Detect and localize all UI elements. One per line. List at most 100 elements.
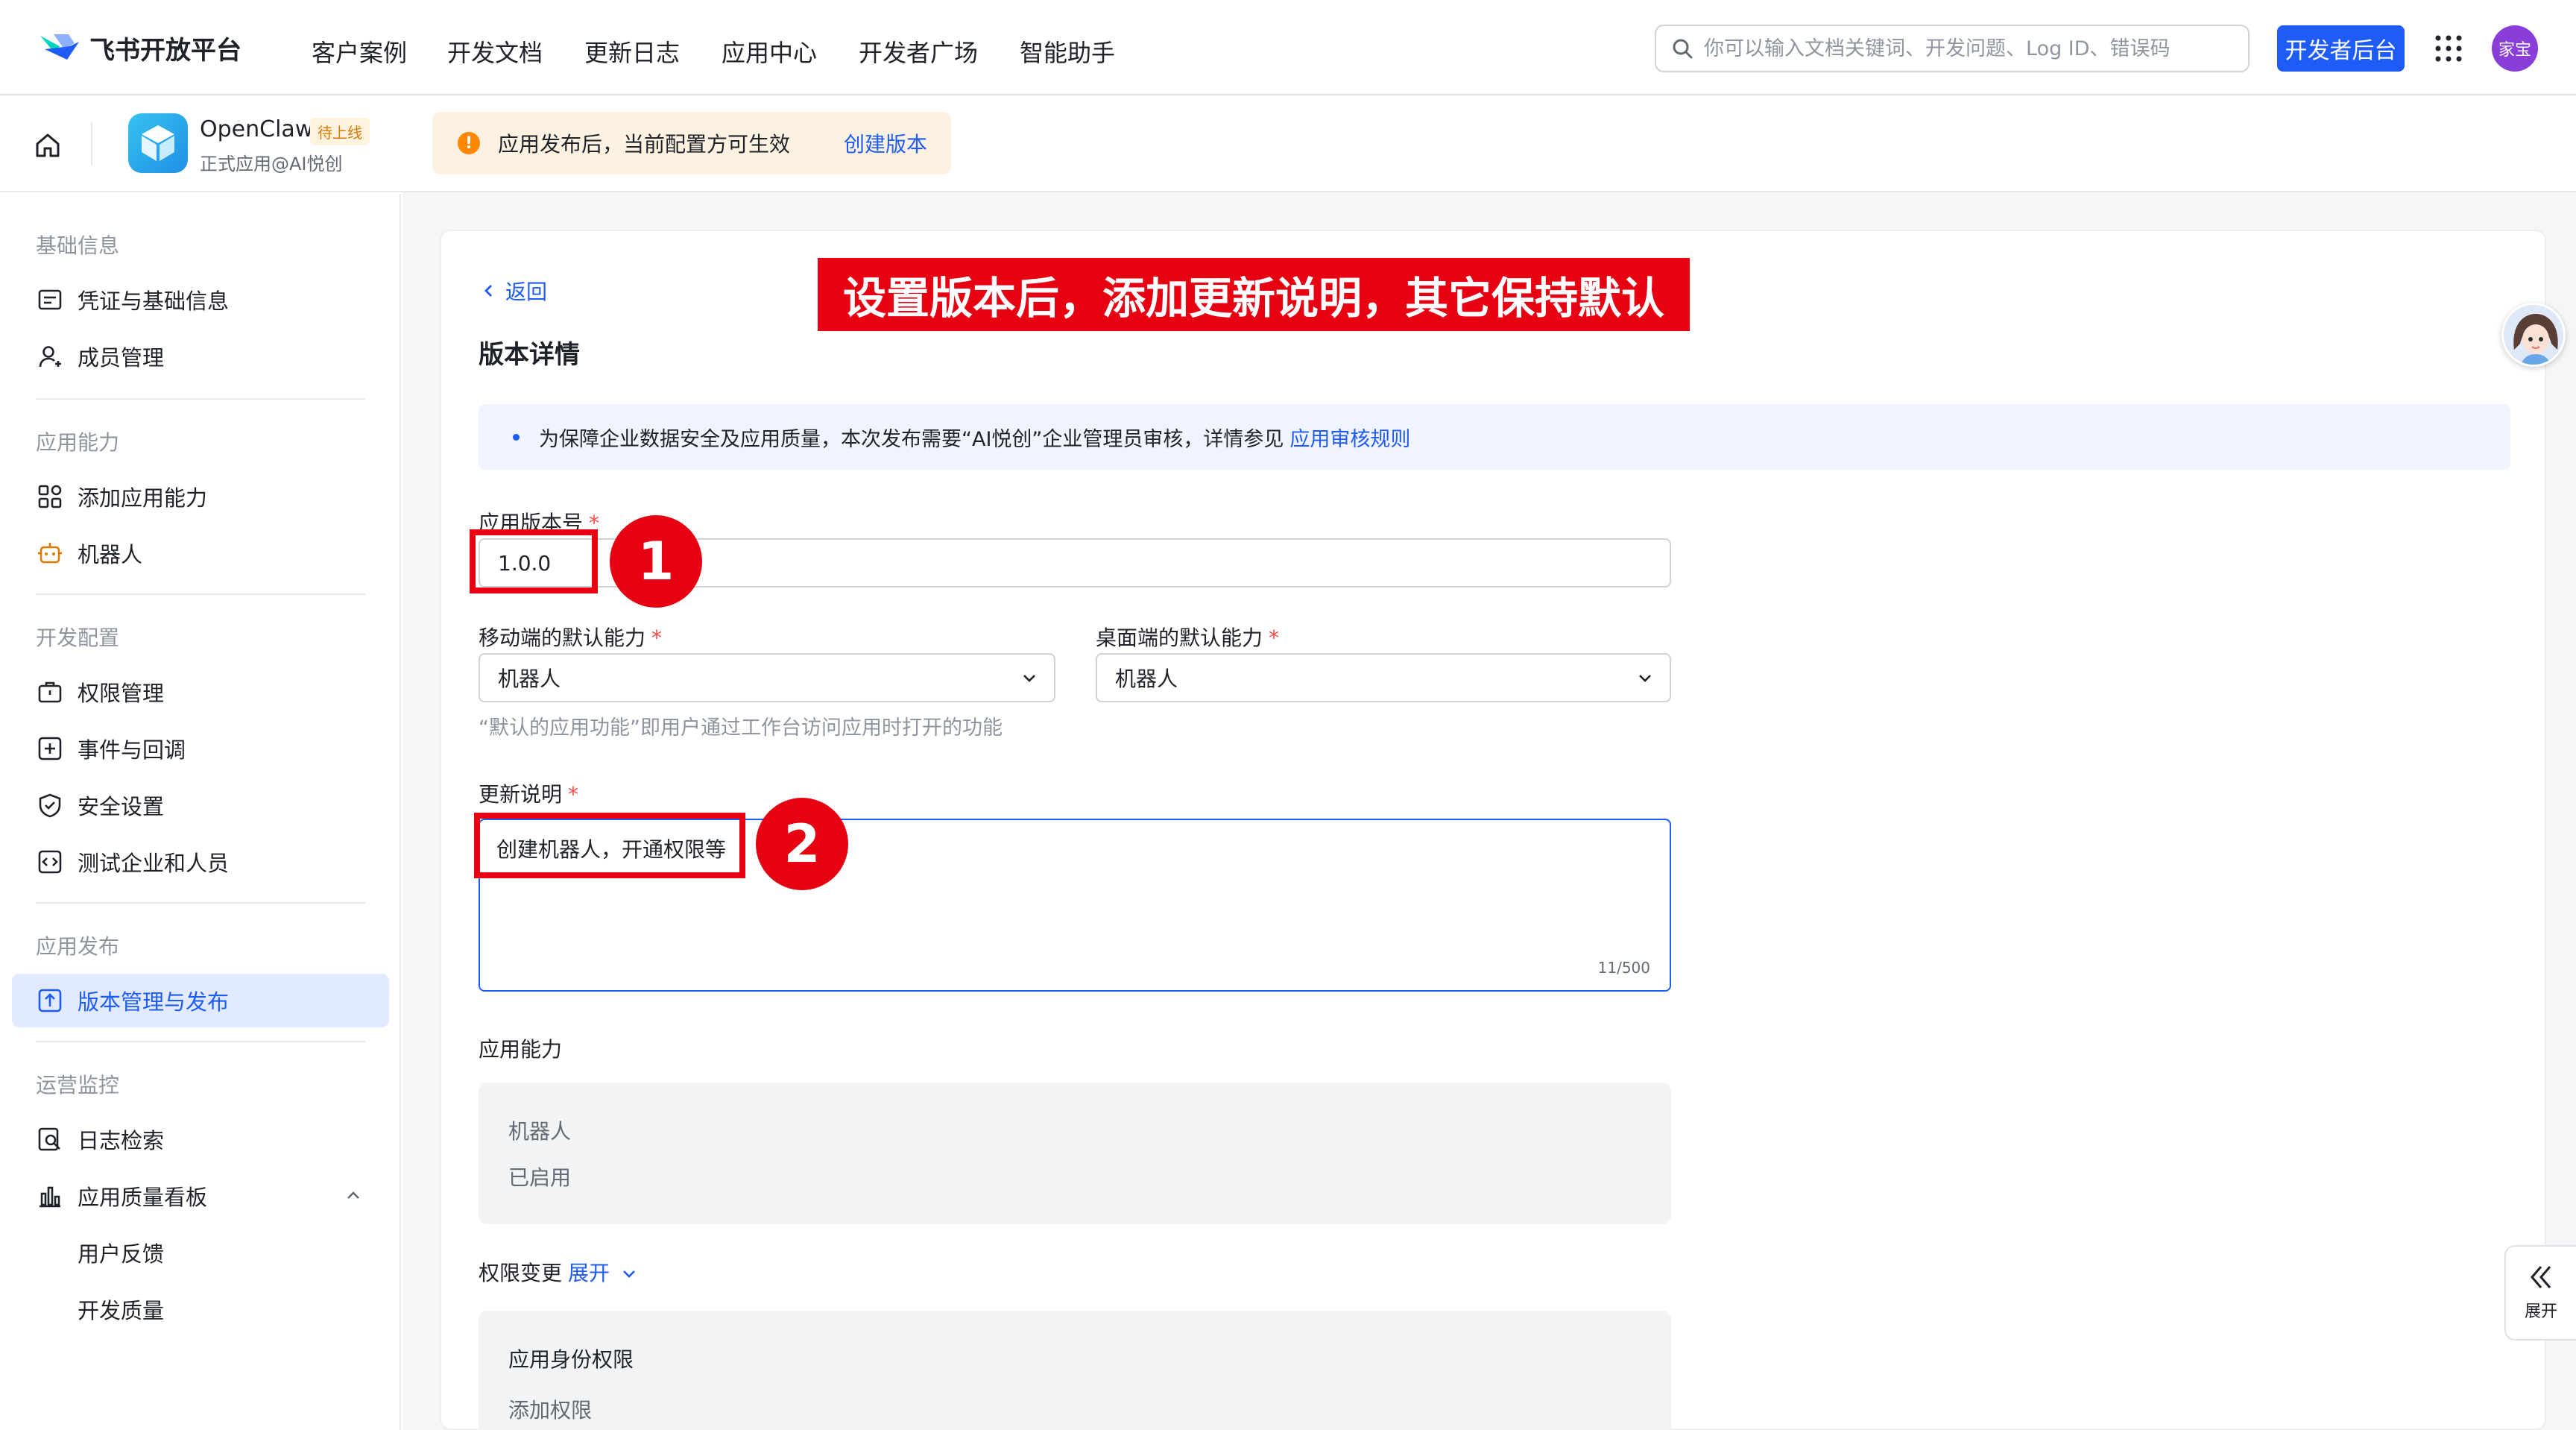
search-input[interactable] [1704,37,2211,60]
user-avatar[interactable]: 家宝 [2492,25,2538,72]
add-permissions-text: 添加权限 [508,1398,593,1423]
sidebar-item-label: 日志检索 [78,1128,165,1153]
chevron-down-icon[interactable] [621,1266,637,1282]
permission-panel: 应用身份权限 添加权限 [479,1311,1671,1430]
sidebar-item-dev-quality[interactable]: 开发质量 [12,1282,389,1336]
permission-expand-link[interactable]: 展开 [568,1261,610,1285]
sidebar-item-label: 应用质量看板 [78,1185,208,1210]
upload-icon [38,989,62,1012]
sidebar-item-log-search[interactable]: 日志检索 [12,1112,389,1166]
briefcase-icon [38,681,62,703]
char-counter: 11/500 [1597,959,1650,977]
sidebar-item-add-capability[interactable]: 添加应用能力 [12,470,389,523]
mobile-default-select[interactable]: 机器人 [479,653,1055,702]
sidebar-item-version-publish[interactable]: 版本管理与发布 [12,974,389,1027]
back-label: 返回 [505,280,548,304]
sidebar-item-label: 机器人 [78,542,143,567]
nav-ai-assistant[interactable]: 智能助手 [1020,34,1115,69]
nav-dev-docs[interactable]: 开发文档 [447,34,543,69]
chevron-down-icon [1023,675,1035,682]
sidebar-item-user-feedback[interactable]: 用户反馈 [12,1226,389,1279]
annotation-step-1: 1 [610,515,702,608]
sidebar-item-label: 添加应用能力 [78,485,208,511]
create-version-link[interactable]: 创建版本 [844,128,927,158]
annotation-box-version [470,529,598,593]
chevron-down-icon [1639,675,1651,682]
sidebar-item-label: 凭证与基础信息 [78,289,230,314]
search-icon [1673,39,1693,59]
publish-notice: ! 应用发布后，当前配置方可生效 创建版本 [432,112,951,174]
chevron-left-icon [484,285,492,297]
sidebar-item-label: 安全设置 [78,794,165,819]
required-mark: * [568,782,579,807]
mobile-default-label-text: 移动端的默认能力 [479,626,646,650]
sidebar-item-bot[interactable]: 机器人 [12,526,389,580]
capability-name: 机器人 [508,1119,572,1144]
sidebar-item-label: 成员管理 [78,345,165,371]
annotation-banner: 设置版本后，添加更新说明，其它保持默认 [818,258,1690,331]
bar-chart-icon [40,1186,60,1208]
nav-customer-cases[interactable]: 客户案例 [312,34,407,69]
sidebar-item-members[interactable]: 成员管理 [12,330,389,383]
sidebar-divider [36,1041,365,1042]
grid-menu-icon[interactable] [2434,34,2463,63]
sidebar-divider [36,902,365,904]
sidebar-item-security[interactable]: 安全设置 [12,778,389,832]
annotation-box-notes [474,813,745,878]
sidebar-item-test-tenants[interactable]: 测试企业和人员 [12,835,389,889]
log-search-icon [38,1127,60,1151]
developer-console-button[interactable]: 开发者后台 [2277,25,2405,72]
cube-icon [142,125,174,161]
chevron-up-icon[interactable] [344,1187,362,1205]
sidebar-item-credentials[interactable]: 凭证与基础信息 [12,273,389,327]
feishu-logo[interactable]: 飞书开放平台 [37,30,242,66]
expand-panel-button[interactable]: 展开 [2504,1245,2576,1341]
permission-changes-title: 权限变更 展开 [479,1257,637,1287]
notes-label: 更新说明 * [479,778,578,808]
sidebar-item-quality-board[interactable]: 应用质量看板 [12,1169,389,1223]
sidebar-item-label: 版本管理与发布 [78,989,230,1015]
assistant-avatar[interactable] [2501,303,2566,367]
default-capability-hint: “默认的应用功能”即用户通过工作台访问应用时打开的功能 [479,716,1003,740]
annotation-step-2: 2 [756,798,848,890]
back-link[interactable]: 返回 [480,276,547,306]
nav-app-center[interactable]: 应用中心 [722,34,817,69]
alert-icon: ! [458,132,480,154]
top-navigation: 飞书开放平台 客户案例 开发文档 更新日志 应用中心 开发者广场 智能助手 开发… [0,0,2576,95]
desktop-default-select[interactable]: 机器人 [1096,653,1671,702]
mobile-default-value: 机器人 [498,667,561,691]
desktop-default-label-text: 桌面端的默认能力 [1096,626,1263,650]
nav-changelog[interactable]: 更新日志 [584,34,680,69]
app-header: OpenClaw 待上线 正式应用@AI悦创 ! 应用发布后，当前配置方可生效 … [0,95,2576,192]
nav-dev-square[interactable]: 开发者广场 [859,34,978,69]
info-text: 为保障企业数据安全及应用质量，本次发布需要“AI悦创”企业管理员审核，详情参见 [539,427,1284,451]
sidebar-item-label: 测试企业和人员 [78,851,230,876]
sidebar-section-publish: 应用发布 [36,934,120,959]
page-title: 版本详情 [479,340,580,370]
sidebar-item-permissions[interactable]: 权限管理 [12,665,389,719]
sidebar-item-label: 权限管理 [78,681,165,706]
permission-changes-label: 权限变更 [479,1261,563,1285]
review-rules-link[interactable]: 应用审核规则 [1289,423,1410,452]
sidebar-item-label: 开发质量 [78,1298,165,1323]
sidebar-divider [36,398,365,400]
main-content: 返回 版本详情 设置版本后，添加更新说明，其它保持默认 为保障企业数据安全及应用… [402,192,2576,1430]
app-icon [128,113,188,173]
credential-icon [38,289,62,310]
desktop-default-value: 机器人 [1115,667,1178,691]
robot-icon [38,543,62,564]
appbar-divider [91,122,92,166]
home-icon[interactable] [33,130,63,160]
capability-panel: 机器人 已启用 [479,1083,1671,1224]
sidebar-divider [36,593,365,595]
review-info-bar: 为保障企业数据安全及应用质量，本次发布需要“AI悦创”企业管理员审核，详情参见 … [479,404,2510,470]
required-mark: * [651,626,663,650]
app-name: OpenClaw [200,116,314,142]
notes-label-text: 更新说明 [479,782,563,807]
code-icon [38,850,62,874]
sidebar-section-capability: 应用能力 [36,430,120,455]
notice-text: 应用发布后，当前配置方可生效 [498,132,791,157]
sidebar-item-events[interactable]: 事件与回调 [12,722,389,775]
app-status-badge: 待上线 [310,118,370,145]
search-box[interactable] [1655,25,2250,72]
